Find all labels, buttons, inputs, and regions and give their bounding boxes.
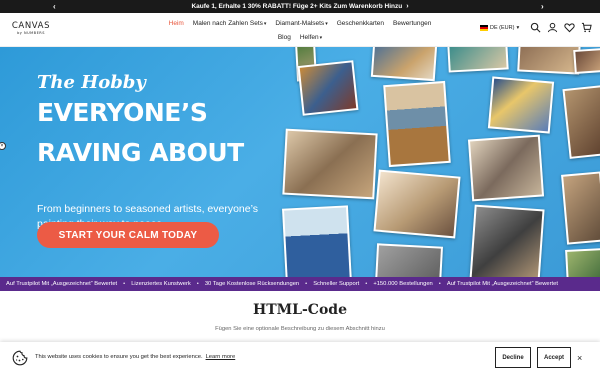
nav-item-diamond-painting[interactable]: Diamant-Malsets▾: [275, 20, 327, 27]
ticker-separator: •: [305, 281, 308, 287]
ticker-separator: •: [438, 281, 441, 287]
nav-item-help[interactable]: Helfen▾: [300, 34, 322, 41]
announcement-chevron-icon: ›: [406, 3, 409, 10]
hero-photo: [469, 204, 545, 277]
logo-line-1: CANVAS: [11, 21, 51, 31]
hero-photo: [517, 47, 581, 75]
hero-headline-2: RAVING ABOUT: [37, 138, 244, 167]
locale-label: DE (EUR): [490, 25, 515, 31]
hero-photo: [562, 85, 600, 159]
germany-flag-icon: [480, 25, 488, 31]
account-icon[interactable]: [547, 22, 558, 33]
nav-item-home[interactable]: Heim: [169, 20, 184, 27]
hero-photo: [282, 205, 352, 277]
hero-photo: [565, 248, 600, 277]
header-icons: [530, 22, 592, 33]
hero-photo: [487, 76, 555, 134]
trust-ticker: Auf Trustpilot Mit „Ausgezeichnet“ Bewer…: [0, 277, 600, 291]
close-icon[interactable]: ×: [0, 142, 6, 150]
hero-photo: [467, 134, 545, 202]
section-title: HTML-Code: [253, 302, 347, 318]
cookie-icon: [12, 350, 28, 366]
search-icon[interactable]: [530, 22, 541, 33]
hero-kicker: The Hobby: [37, 72, 146, 93]
main-nav: Heim Malen nach Zahlen Sets▾ Diamant-Mal…: [150, 17, 450, 43]
chevron-down-icon: ▾: [319, 34, 323, 41]
cart-icon[interactable]: [581, 22, 592, 33]
logo[interactable]: CANVAS by NUMBERS: [8, 21, 54, 39]
locale-selector[interactable]: DE (EUR) ▾: [480, 25, 519, 31]
hero-photo: [370, 47, 438, 82]
hero-banner: × The Hobby EVERYONE’S RAVING ABOUT From…: [0, 47, 600, 277]
nav-item-blog[interactable]: Blog: [278, 34, 291, 41]
hero-photo: [282, 128, 378, 200]
cta-button[interactable]: START YOUR CALM TODAY: [37, 222, 219, 248]
announcement-bar: ‹ Kaufe 1, Erhalte 1 30% RABATT! Füge 2+…: [0, 0, 600, 13]
ticker-separator: •: [123, 281, 126, 287]
hero-photo: [573, 47, 600, 75]
nav-item-reviews[interactable]: Bewertungen: [393, 20, 431, 27]
ticker-item: Auf Trustpilot Mit „Ausgezeichnet“ Bewer…: [446, 281, 558, 287]
logo-line-2: by NUMBERS: [17, 31, 45, 35]
ticker-item: +150.000 Bestellungen: [373, 281, 433, 287]
learn-more-link[interactable]: Learn more: [206, 354, 236, 360]
chevron-down-icon: ▾: [516, 25, 520, 31]
cookie-banner: This website uses cookies to ensure you …: [0, 342, 600, 375]
site-header: CANVAS by NUMBERS Heim Malen nach Zahlen…: [0, 13, 600, 47]
cookie-message: This website uses cookies to ensure you …: [35, 354, 236, 360]
announcement-prev-icon[interactable]: ‹: [53, 0, 56, 13]
ticker-item: Schneller Support: [313, 281, 360, 287]
hero-photo: [297, 60, 359, 116]
hero-photo: [447, 47, 509, 73]
hero-photo: [561, 171, 600, 245]
nav-item-paint-by-numbers[interactable]: Malen nach Zahlen Sets▾: [193, 20, 267, 27]
section-description: Fügen Sie eine optionale Beschreibung zu…: [215, 326, 385, 332]
hero-photo: [374, 243, 444, 277]
nav-item-gift-cards[interactable]: Geschenkkarten: [337, 20, 384, 27]
ticker-item: 30 Tage Kostenlose Rücksendungen: [204, 281, 300, 287]
close-icon[interactable]: ×: [577, 353, 582, 363]
chevron-down-icon: ▾: [325, 20, 328, 27]
heart-icon[interactable]: [564, 22, 575, 33]
ticker-separator: •: [196, 281, 199, 287]
hero-photo: [383, 80, 451, 168]
accept-button[interactable]: Accept: [537, 347, 571, 368]
announcement-text[interactable]: Kaufe 1, Erhalte 1 30% RABATT! Füge 2+ K…: [191, 3, 402, 10]
hero-photo: [373, 169, 461, 239]
decline-button[interactable]: Decline: [495, 347, 531, 368]
ticker-separator: •: [365, 281, 368, 287]
hero-headline-1: EVERYONE’S: [37, 98, 208, 127]
announcement-next-icon[interactable]: ›: [541, 0, 544, 13]
chevron-down-icon: ▾: [263, 20, 267, 27]
ticker-item: Lizenziertes Kunstwerk: [131, 281, 191, 287]
ticker-item: Auf Trustpilot Mit „Ausgezeichnet“ Bewer…: [6, 281, 118, 287]
